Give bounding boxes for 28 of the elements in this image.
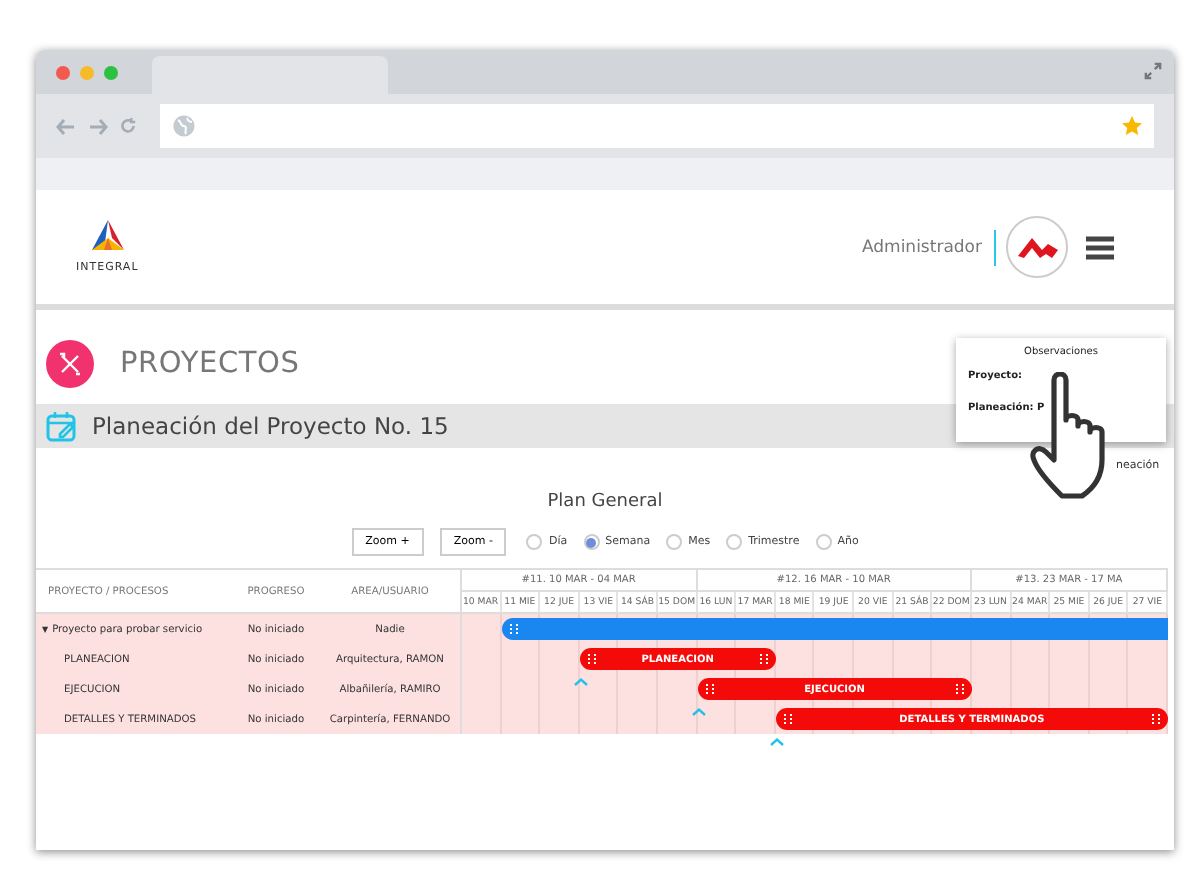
subtitle: Planeación del Proyecto No. 15	[92, 412, 449, 440]
calendar-icon	[46, 410, 78, 442]
page-title: PROYECTOS	[120, 348, 300, 380]
minimize-icon[interactable]	[80, 65, 94, 79]
maximize-icon[interactable]	[104, 65, 118, 79]
globe-icon	[172, 114, 196, 138]
radio-button[interactable]	[726, 534, 743, 550]
project-bar[interactable]	[501, 618, 1168, 640]
star-icon[interactable]	[1122, 116, 1142, 136]
caret-icon	[691, 708, 706, 716]
close-icon[interactable]	[56, 65, 70, 79]
radio-button[interactable]	[815, 534, 832, 550]
radio-button[interactable]	[666, 534, 683, 550]
chart-title: Plan General	[545, 492, 665, 512]
user-name: Administrador	[861, 229, 996, 265]
menu-icon[interactable]	[1086, 235, 1114, 259]
avatar[interactable]	[1006, 216, 1068, 278]
forward-icon[interactable]	[88, 117, 108, 135]
radio-button[interactable]	[526, 534, 543, 550]
caret-icon	[573, 678, 588, 686]
tools-icon	[46, 340, 94, 388]
back-icon[interactable]	[56, 117, 76, 135]
logo-icon	[1017, 235, 1057, 259]
expand-icon[interactable]	[1144, 62, 1162, 80]
radio-button[interactable]	[583, 534, 600, 550]
address-field[interactable]	[160, 104, 1154, 148]
caret-icon	[769, 738, 784, 746]
reload-icon[interactable]	[120, 118, 136, 134]
